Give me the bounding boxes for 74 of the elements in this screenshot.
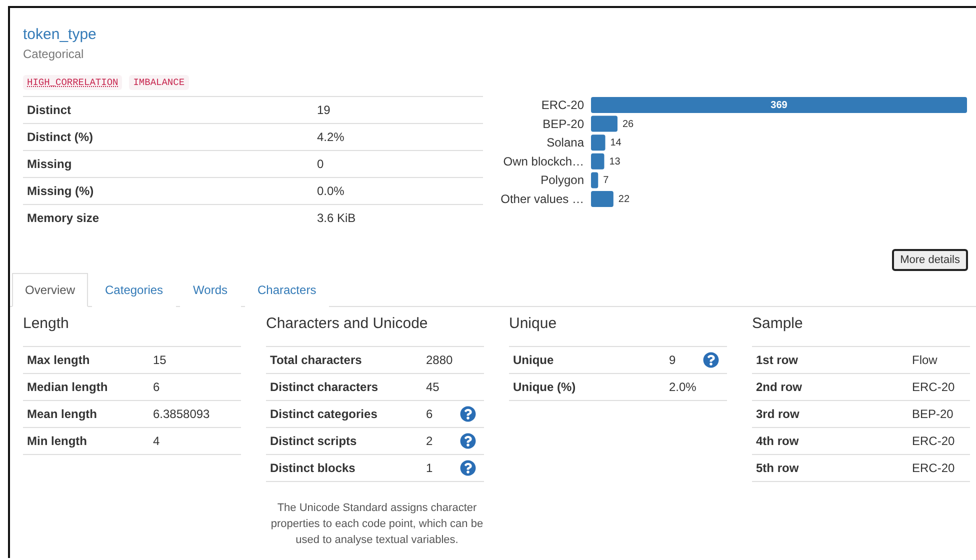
value-label: 22 <box>618 194 630 205</box>
tab[interactable]: Overview <box>12 273 88 307</box>
section-heading: Sample <box>752 315 803 333</box>
bar <box>591 153 604 170</box>
stat-label: 1st row <box>756 353 798 367</box>
stat-value: 6.3858093 <box>153 407 210 421</box>
stat-label: Total characters <box>270 353 362 367</box>
variable-type: Categorical <box>23 47 84 61</box>
stat-value: 2 <box>426 434 433 448</box>
help-icon[interactable] <box>460 460 476 476</box>
value-label: 14 <box>610 138 622 149</box>
stat-value: 9 <box>669 353 676 367</box>
stat-label: 3rd row <box>756 407 800 421</box>
stat-value: 6 <box>426 407 433 421</box>
stat-label: Median length <box>27 380 108 394</box>
bar-label: Own blockch… <box>503 154 584 168</box>
stat-value: ERC-20 <box>912 380 955 394</box>
stat-label: Unique (%) <box>513 380 576 394</box>
bar-label: BEP-20 <box>542 116 584 131</box>
stat-value: ERC-20 <box>912 434 955 448</box>
stat-value: 1 <box>426 461 433 475</box>
stat-label: Distinct (%) <box>27 130 93 144</box>
stat-value: 19 <box>317 103 330 117</box>
bar <box>591 116 618 132</box>
stat-value: BEP-20 <box>912 407 954 421</box>
help-icon[interactable] <box>460 433 476 449</box>
stat-label: Missing <box>27 157 72 171</box>
stat-label: Min length <box>27 434 87 448</box>
stat-label: Mean length <box>27 407 98 421</box>
stat-value: ERC-20 <box>912 461 955 475</box>
section-heading: Length <box>23 315 69 333</box>
stat-value: 0 <box>317 157 324 171</box>
stat-label: Distinct blocks <box>270 461 356 475</box>
stat-label: Distinct categories <box>270 407 378 421</box>
help-icon[interactable] <box>460 406 476 422</box>
bar-label: Solana <box>546 136 584 150</box>
stat-value: 2.0% <box>669 380 696 394</box>
value-label: 13 <box>609 156 620 168</box>
bar-label: ERC-20 <box>541 98 584 112</box>
stat-value: 6 <box>153 380 160 394</box>
stat-label: Distinct characters <box>270 380 378 394</box>
stat-value: 0.0% <box>317 184 344 198</box>
stat-value: 15 <box>153 353 166 367</box>
value-label: 7 <box>603 175 609 186</box>
help-icon[interactable] <box>703 352 719 368</box>
note-text: The Unicode Standard assigns character properties to each code point, which can be used to analyse textual variables. <box>270 501 484 548</box>
stat-value: Flow <box>912 353 938 367</box>
stat-label: 5th row <box>756 461 799 475</box>
stat-label: 2nd row <box>756 380 802 394</box>
stat-label: Unique <box>513 353 554 367</box>
value-label: 369 <box>770 100 788 111</box>
bar <box>591 134 606 151</box>
variable-name[interactable]: token_type <box>23 26 96 44</box>
stat-value: 3.6 KiB <box>317 211 356 225</box>
stat-value: 2880 <box>426 353 453 367</box>
section-heading: Characters and Unicode <box>266 315 428 333</box>
bar-label: Other values … <box>500 192 584 206</box>
alert-tag: IMBALANCE <box>129 75 189 90</box>
bar <box>591 191 614 207</box>
more-details-button[interactable]: More details <box>892 249 968 271</box>
stat-label: 4th row <box>756 434 799 448</box>
stat-value: 4 <box>153 434 160 448</box>
stat-label: Memory size <box>27 211 100 225</box>
stat-label: Missing (%) <box>27 184 94 198</box>
stat-value: 45 <box>426 380 440 394</box>
stat-value: 4.2% <box>317 130 344 144</box>
bar <box>591 172 598 188</box>
stat-label: Distinct <box>27 103 72 117</box>
stat-label: Max length <box>27 353 90 367</box>
value-label: 26 <box>622 118 634 130</box>
bar-label: Polygon <box>540 173 584 188</box>
section-heading: Unique <box>509 315 557 333</box>
stat-label: Distinct scripts <box>270 434 357 448</box>
alert-tag: HIGH_CORRELATION <box>23 75 122 90</box>
